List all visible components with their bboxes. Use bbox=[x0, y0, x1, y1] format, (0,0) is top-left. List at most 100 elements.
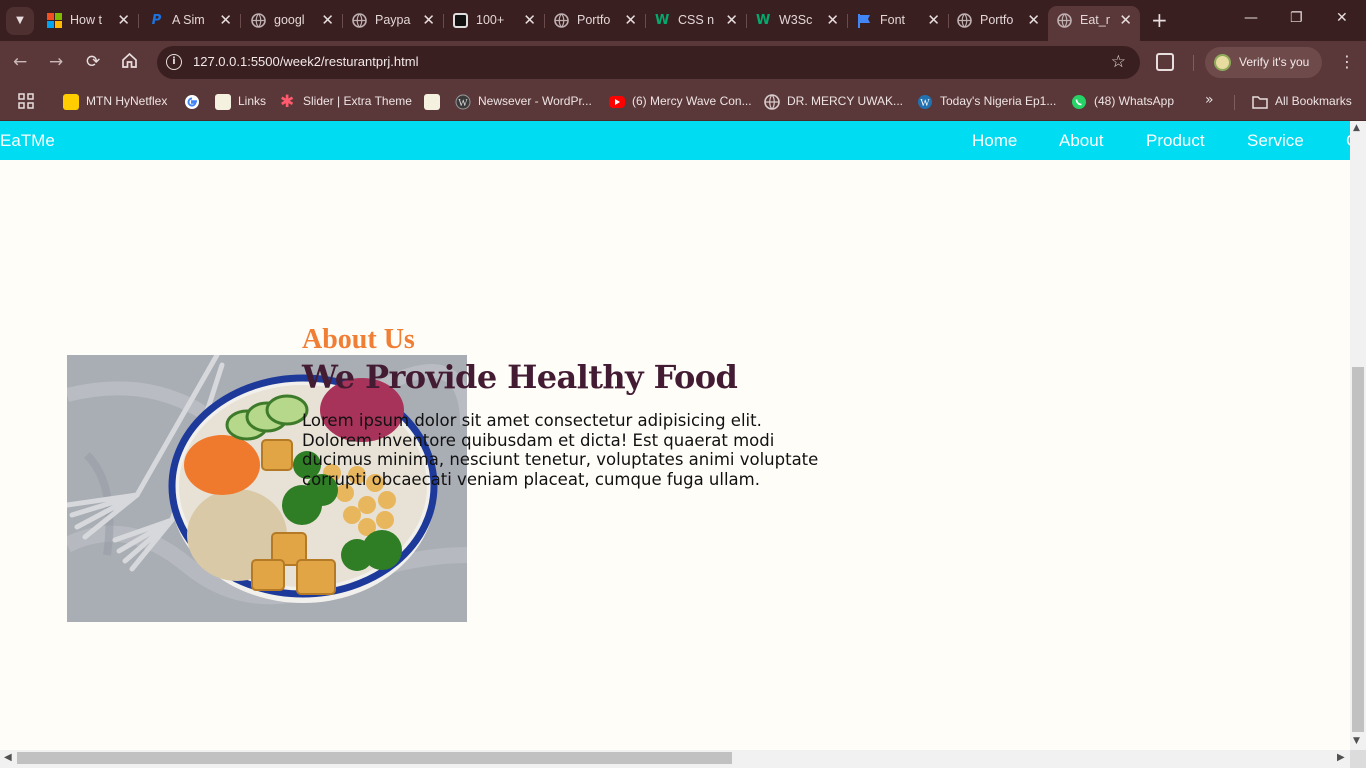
tab[interactable]: W CSS n ✕ bbox=[646, 6, 747, 35]
browser-toolbar: ← → ⟳ i 127.0.0.1:5500/week2/resturantpr… bbox=[0, 41, 1366, 84]
svg-text:W: W bbox=[458, 98, 468, 109]
tab-title: How t bbox=[70, 13, 102, 27]
vertical-scroll-thumb[interactable] bbox=[1352, 367, 1364, 732]
nav-link-product[interactable]: Product bbox=[1146, 131, 1205, 151]
bookmark-item[interactable] bbox=[424, 93, 442, 111]
reload-button[interactable]: ⟳ bbox=[86, 52, 100, 72]
tab-title: A Sim bbox=[172, 13, 205, 27]
w3schools-icon: W bbox=[655, 13, 670, 28]
page-viewport: EaTMe Home About Product Service C bbox=[0, 121, 1350, 750]
minimize-button[interactable]: — bbox=[1244, 10, 1258, 26]
vertical-scrollbar[interactable]: ▲ ▼ bbox=[1350, 121, 1366, 750]
restore-button[interactable]: ❐ bbox=[1290, 10, 1303, 26]
folder-icon bbox=[1252, 94, 1268, 110]
bookmark-star-icon[interactable]: ☆ bbox=[1111, 52, 1126, 72]
extensions-icon[interactable] bbox=[1156, 53, 1174, 71]
tab-search-button[interactable]: ▼ bbox=[6, 7, 34, 35]
close-icon[interactable]: ✕ bbox=[725, 11, 738, 29]
globe-icon bbox=[764, 94, 780, 110]
nav-link-home[interactable]: Home bbox=[972, 131, 1017, 151]
bookmark-item[interactable]: W Today's Nigeria Ep1... bbox=[917, 93, 1057, 111]
close-icon[interactable]: ✕ bbox=[826, 11, 839, 29]
bookmark-label: (6) Mercy Wave Con... bbox=[632, 94, 752, 108]
tab-title: Portfo bbox=[577, 13, 611, 27]
scroll-left-icon[interactable]: ◀ bbox=[4, 752, 12, 763]
bookmark-label: Slider | Extra Theme bbox=[303, 94, 412, 108]
chevron-double-right-icon[interactable]: » bbox=[1205, 92, 1214, 108]
about-us-heading: About Us bbox=[302, 324, 415, 355]
globe-icon bbox=[554, 13, 569, 28]
address-bar[interactable]: i 127.0.0.1:5500/week2/resturantprj.html… bbox=[157, 46, 1140, 79]
close-window-button[interactable]: ✕ bbox=[1336, 10, 1348, 26]
back-button[interactable]: ← bbox=[13, 52, 27, 72]
scroll-up-icon[interactable]: ▲ bbox=[1353, 123, 1360, 133]
bookmark-item[interactable]: (48) WhatsApp bbox=[1071, 93, 1176, 111]
tab[interactable]: W W3Sc ✕ bbox=[747, 6, 848, 35]
bookmark-item[interactable] bbox=[184, 93, 202, 111]
close-icon[interactable]: ✕ bbox=[1027, 11, 1040, 29]
bookmark-label: MTN HyNetflex bbox=[86, 94, 168, 108]
horizontal-scroll-thumb[interactable] bbox=[17, 752, 732, 764]
apps-icon[interactable] bbox=[18, 93, 34, 109]
svg-text:W: W bbox=[920, 98, 930, 109]
menu-icon[interactable]: ⋮ bbox=[1339, 52, 1355, 71]
bookmark-label: Newsever - WordPr... bbox=[478, 94, 592, 108]
tab[interactable]: P A Sim ✕ bbox=[140, 6, 241, 35]
bookmark-item[interactable]: W Newsever - WordPr... bbox=[455, 93, 595, 111]
whatsapp-icon bbox=[1071, 94, 1087, 110]
close-icon[interactable]: ✕ bbox=[117, 11, 130, 29]
tab-title: CSS n bbox=[678, 13, 714, 27]
close-icon[interactable]: ✕ bbox=[523, 11, 536, 29]
bookmark-item[interactable]: Links bbox=[215, 93, 270, 111]
paypal-icon: P bbox=[151, 13, 162, 28]
close-icon[interactable]: ✕ bbox=[927, 11, 940, 29]
verify-profile-button[interactable]: Verify it's you bbox=[1205, 47, 1322, 78]
site-info-icon[interactable]: i bbox=[166, 54, 182, 70]
nav-link-about[interactable]: About bbox=[1059, 131, 1103, 151]
tab-strip: ▼ How t ✕ P A Sim ✕ googl ✕ Paypa ✕ 100+… bbox=[0, 0, 1366, 41]
page-icon bbox=[424, 94, 440, 110]
tab-active[interactable]: Eat_m ✕ bbox=[1048, 6, 1140, 41]
home-button[interactable] bbox=[121, 52, 138, 74]
scrollbar-corner bbox=[1350, 750, 1366, 768]
asterisk-icon: ✱ bbox=[280, 92, 295, 111]
horizontal-scrollbar[interactable]: ◀ ▶ bbox=[0, 750, 1350, 768]
tab[interactable]: Paypa ✕ bbox=[343, 6, 444, 35]
forward-button[interactable]: → bbox=[49, 52, 63, 72]
scroll-right-icon[interactable]: ▶ bbox=[1337, 752, 1345, 763]
flag-icon bbox=[857, 13, 872, 28]
bookmark-item[interactable]: ✱ Slider | Extra Theme bbox=[280, 93, 415, 111]
youtube-icon bbox=[609, 94, 625, 110]
tab[interactable]: Portfo ✕ bbox=[948, 6, 1048, 35]
tab-title: Paypa bbox=[375, 13, 411, 27]
bookmark-label: (48) WhatsApp bbox=[1094, 94, 1175, 108]
new-tab-button[interactable]: + bbox=[1151, 9, 1168, 31]
about-paragraph: Lorem ipsum dolor sit amet consectetur a… bbox=[302, 411, 819, 489]
scroll-down-icon[interactable]: ▼ bbox=[1353, 736, 1360, 746]
close-icon[interactable]: ✕ bbox=[624, 11, 637, 29]
bookmark-item[interactable]: (6) Mercy Wave Con... bbox=[609, 93, 754, 111]
bookmarks-separator bbox=[1234, 95, 1235, 110]
close-icon[interactable]: ✕ bbox=[321, 11, 334, 29]
close-icon[interactable]: ✕ bbox=[1119, 11, 1132, 29]
tab[interactable]: 100+ ✕ bbox=[444, 6, 545, 35]
wordpress-icon: W bbox=[917, 94, 933, 110]
close-icon[interactable]: ✕ bbox=[219, 11, 232, 29]
bookmark-item[interactable]: MTN HyNetflex bbox=[63, 93, 173, 111]
tab-title: Portfo bbox=[980, 13, 1014, 27]
bookmark-label: DR. MERCY UWAK... bbox=[787, 94, 904, 108]
site-logo[interactable]: EaTMe bbox=[0, 131, 55, 151]
nav-link-service[interactable]: Service bbox=[1247, 131, 1304, 151]
close-icon[interactable]: ✕ bbox=[422, 11, 435, 29]
tab[interactable]: Font ✕ bbox=[848, 6, 949, 35]
tab[interactable]: googl ✕ bbox=[242, 6, 343, 35]
tab-title: Eat_m bbox=[1080, 13, 1110, 27]
globe-icon bbox=[957, 13, 972, 28]
globe-icon bbox=[1057, 13, 1072, 28]
verify-label: Verify it's you bbox=[1239, 55, 1310, 69]
tab[interactable]: How t ✕ bbox=[38, 6, 139, 35]
bookmark-item[interactable]: DR. MERCY UWAK... bbox=[764, 93, 903, 111]
all-bookmarks-button[interactable]: All Bookmarks bbox=[1252, 93, 1357, 111]
tab[interactable]: Portfo ✕ bbox=[545, 6, 646, 35]
url-text[interactable]: 127.0.0.1:5500/week2/resturantprj.html bbox=[193, 54, 418, 69]
